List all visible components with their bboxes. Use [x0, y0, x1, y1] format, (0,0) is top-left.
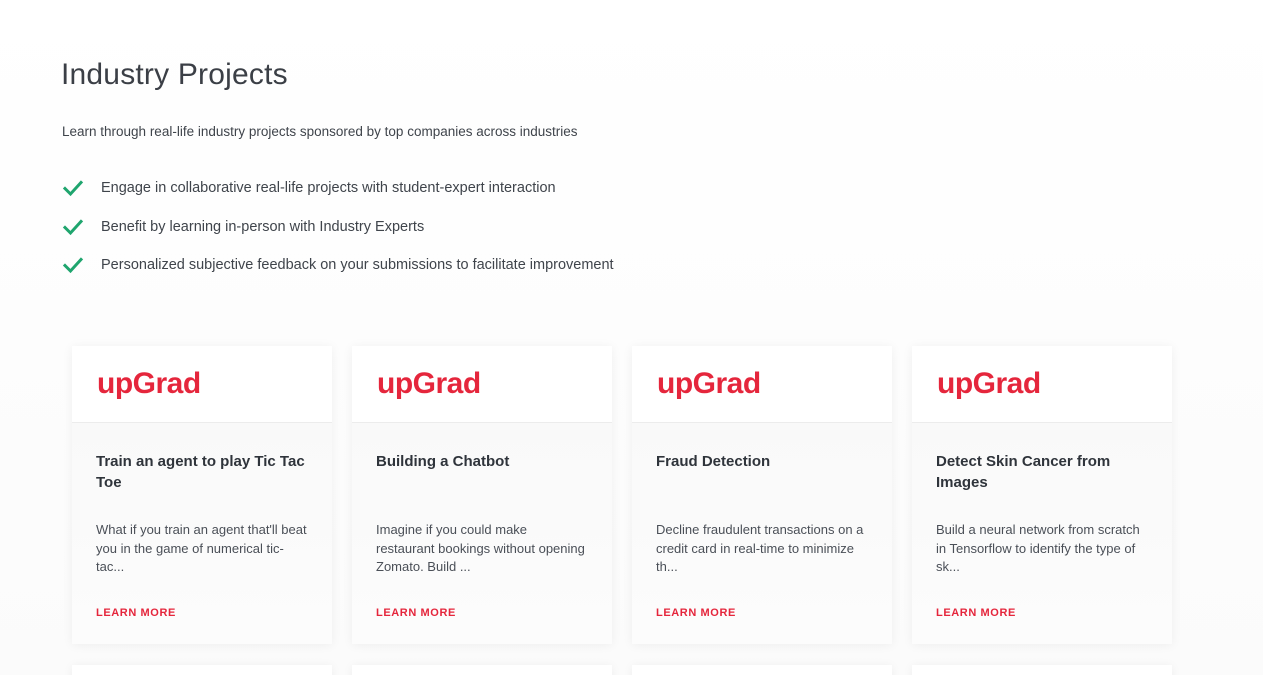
project-card[interactable]: upGrad Fraud Detection Decline fraudulen… [632, 346, 892, 644]
card-description: What if you train an agent that'll beat … [96, 522, 307, 574]
upgrad-logo: upGrad [657, 366, 761, 400]
project-card-partial[interactable] [352, 665, 612, 675]
check-icon [62, 217, 84, 237]
card-body: Building a Chatbot Imagine if you could … [352, 423, 612, 644]
card-description: Decline fraudulent transactions on a cre… [656, 522, 864, 574]
benefits-list: Engage in collaborative real-life projec… [62, 178, 614, 294]
benefit-text: Engage in collaborative real-life projec… [101, 180, 556, 196]
card-title: Building a Chatbot [376, 453, 510, 470]
benefit-text: Personalized subjective feedback on your… [101, 257, 614, 273]
upgrad-logo: upGrad [377, 366, 481, 400]
card-description: Build a neural network from scratch in T… [936, 522, 1140, 574]
card-body: Fraud Detection Decline fraudulent trans… [632, 423, 892, 644]
industry-projects-page: Industry Projects Learn through real-lif… [0, 0, 1263, 675]
check-icon [62, 255, 84, 275]
card-body: Detect Skin Cancer from Images Build a n… [912, 423, 1172, 644]
check-icon [62, 178, 84, 198]
learn-more-link[interactable]: LEARN MORE [936, 607, 1016, 619]
benefit-item: Personalized subjective feedback on your… [62, 255, 614, 275]
card-logo-area: upGrad [912, 346, 1172, 423]
card-logo-area: upGrad [352, 346, 612, 423]
card-title: Fraud Detection [656, 453, 771, 470]
project-cards: upGrad Train an agent to play Tic Tac To… [72, 346, 1172, 644]
learn-more-link[interactable]: LEARN MORE [96, 607, 176, 619]
section-subtitle: Learn through real-life industry project… [62, 124, 578, 139]
upgrad-logo: upGrad [97, 366, 201, 400]
upgrad-logo: upGrad [937, 366, 1041, 400]
benefit-text: Benefit by learning in-person with Indus… [101, 218, 425, 235]
next-card-row [72, 665, 1172, 675]
project-card-partial[interactable] [72, 665, 332, 675]
card-body: Train an agent to play Tic Tac Toe What … [72, 423, 332, 644]
project-card-partial[interactable] [632, 665, 892, 675]
card-title: Train an agent to play Tic Tac Toe [96, 453, 305, 491]
project-card[interactable]: upGrad Detect Skin Cancer from Images Bu… [912, 346, 1172, 644]
card-description: Imagine if you could make restaurant boo… [376, 522, 585, 574]
card-title: Detect Skin Cancer from Images [936, 453, 1111, 491]
project-card[interactable]: upGrad Train an agent to play Tic Tac To… [72, 346, 332, 644]
card-logo-area: upGrad [72, 346, 332, 423]
learn-more-link[interactable]: LEARN MORE [376, 607, 456, 619]
benefit-item: Engage in collaborative real-life projec… [62, 178, 614, 198]
card-logo-area: upGrad [632, 346, 892, 423]
section-title: Industry Projects [61, 58, 288, 91]
benefit-item: Benefit by learning in-person with Indus… [62, 217, 614, 237]
learn-more-link[interactable]: LEARN MORE [656, 607, 736, 619]
project-card-partial[interactable] [912, 665, 1172, 675]
project-card[interactable]: upGrad Building a Chatbot Imagine if you… [352, 346, 612, 644]
